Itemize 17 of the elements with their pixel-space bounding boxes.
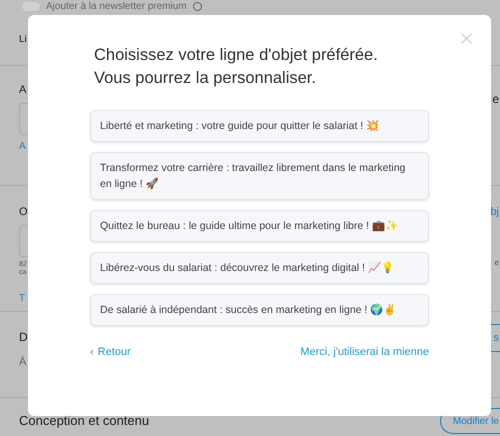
- modal-title: Choisissez votre ligne d'objet préférée. Vous pourrez la personnaliser.: [93, 45, 379, 89]
- helper-text: e: [494, 256, 499, 268]
- field-label: O: [19, 205, 29, 220]
- subject-option[interactable]: Quittez le bureau : le guide ultime pour le marketing libre ! 💼✨: [90, 210, 429, 242]
- subject-option[interactable]: Libérez-vous du salariat : découvrez le marketing digital ! 📈💡: [90, 252, 429, 284]
- subject-option[interactable]: De salarié à indépendant : succès en marketing en ligne ! 🌍✌: [90, 294, 429, 326]
- field-label: A: [19, 83, 28, 98]
- section-title: Conception et contenu: [19, 412, 150, 430]
- newsletter-label: Ajouter à la newsletter premium: [46, 0, 187, 12]
- close-icon[interactable]: [461, 33, 472, 44]
- field-text: e: [492, 91, 500, 108]
- info-icon: [192, 2, 202, 10]
- subject-option[interactable]: Liberté et marketing : votre guide pour quitter le salariat ! 💥: [90, 110, 429, 142]
- section-title: D: [19, 329, 28, 346]
- subject-option[interactable]: Transformez votre carrière : travaillez librement dans le marketing en ligne ! 🚀: [90, 152, 429, 200]
- field-label: Li: [19, 34, 27, 45]
- section-text: À: [19, 354, 28, 370]
